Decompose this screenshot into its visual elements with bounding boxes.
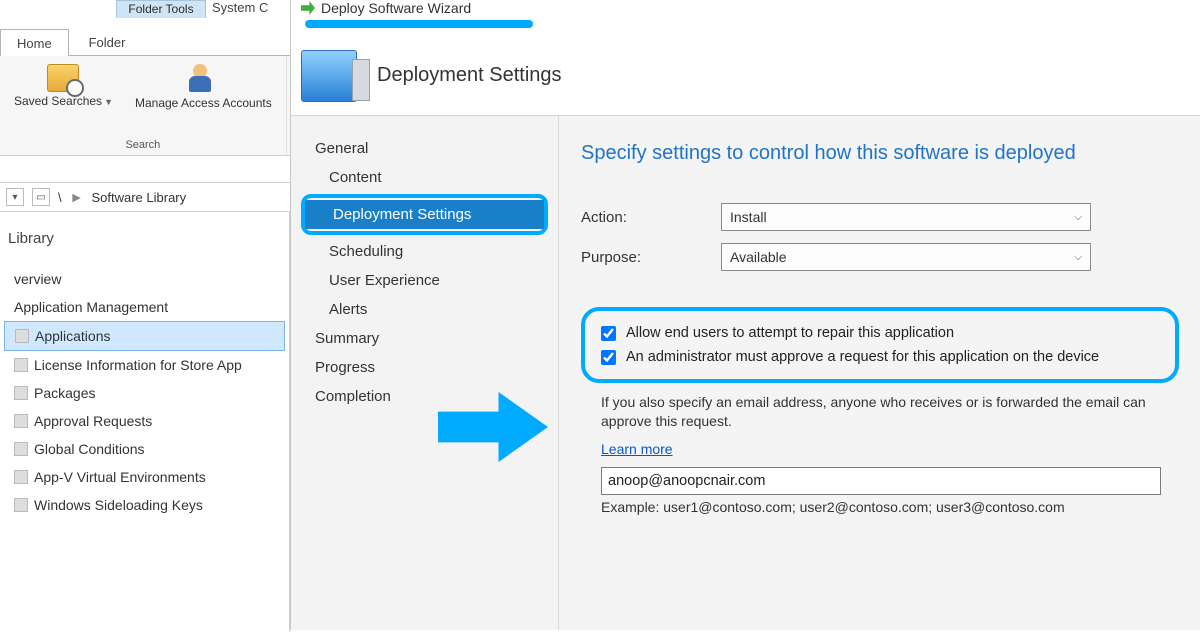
nav-appv-label: App-V Virtual Environments bbox=[34, 469, 206, 485]
nav-global-conditions[interactable]: Global Conditions bbox=[4, 435, 285, 463]
step-progress[interactable]: Progress bbox=[301, 353, 548, 382]
approval-icon bbox=[14, 414, 28, 428]
wizard-body: General Content Deployment Settings Sche… bbox=[291, 116, 1200, 630]
step-general[interactable]: General bbox=[301, 134, 548, 163]
folder-tools-tab[interactable]: Folder Tools bbox=[116, 0, 206, 18]
email-example: Example: user1@contoso.com; user2@contos… bbox=[601, 499, 1179, 515]
row-purpose: Purpose: Available ⌵ bbox=[581, 243, 1179, 271]
nav-approval-requests[interactable]: Approval Requests bbox=[4, 407, 285, 435]
annotation-check-ring: Allow end users to attempt to repair thi… bbox=[581, 307, 1179, 383]
check-admin-approve[interactable]: An administrator must approve a request … bbox=[601, 345, 1159, 369]
globe-icon bbox=[14, 442, 28, 456]
crumb-root[interactable]: \ bbox=[58, 190, 62, 205]
approval-email-input[interactable] bbox=[601, 467, 1161, 495]
back-button[interactable]: ▾ bbox=[6, 188, 24, 206]
nav-applications-label: Applications bbox=[35, 328, 111, 344]
saved-searches-label: Saved Searches▼ bbox=[14, 94, 113, 108]
nav-packages[interactable]: Packages bbox=[4, 379, 285, 407]
nav-sideload-label: Windows Sideloading Keys bbox=[34, 497, 203, 513]
nav-license-info-label: License Information for Store App bbox=[34, 357, 242, 373]
annotation-underline bbox=[305, 20, 533, 28]
learn-more-link[interactable]: Learn more bbox=[601, 441, 673, 457]
wizard-header-title: Deployment Settings bbox=[377, 64, 562, 87]
key-icon bbox=[14, 498, 28, 512]
view-button[interactable]: ▭ bbox=[32, 188, 50, 206]
wizard-main: Specify settings to control how this sof… bbox=[559, 116, 1200, 630]
action-label: Action: bbox=[581, 209, 721, 226]
wizard-header: Deployment Settings bbox=[291, 36, 1200, 116]
check-allow-repair-label: Allow end users to attempt to repair thi… bbox=[626, 325, 954, 341]
tab-folder[interactable]: Folder bbox=[73, 29, 142, 57]
nav-appv-environments[interactable]: App-V Virtual Environments bbox=[4, 463, 285, 491]
approval-hint: If you also specify an email address, an… bbox=[601, 393, 1179, 431]
monitor-icon bbox=[301, 50, 357, 102]
arrow-right-icon bbox=[301, 1, 315, 15]
step-alerts[interactable]: Alerts bbox=[301, 295, 548, 324]
ribbon-group-search: Saved Searches▼ Manage Access Accounts S… bbox=[0, 56, 287, 155]
nav-applications[interactable]: Applications bbox=[4, 321, 285, 351]
manage-access-label: Manage Access Accounts bbox=[135, 96, 272, 110]
step-summary[interactable]: Summary bbox=[301, 324, 548, 353]
purpose-combo[interactable]: Available ⌵ bbox=[721, 243, 1091, 271]
nav-header-library[interactable]: Library bbox=[4, 224, 285, 253]
crumb-software-library[interactable]: Software Library bbox=[91, 190, 186, 205]
ribbon-tab-strip: Home Folder bbox=[0, 28, 290, 56]
saved-searches-button[interactable]: Saved Searches▼ bbox=[10, 62, 117, 112]
license-icon bbox=[14, 358, 28, 372]
nav-app-management[interactable]: Application Management bbox=[4, 293, 285, 321]
appv-icon bbox=[14, 470, 28, 484]
chevron-down-icon: ⌵ bbox=[1074, 212, 1082, 223]
check-allow-repair[interactable]: Allow end users to attempt to repair thi… bbox=[601, 321, 1159, 345]
wizard-steps: General Content Deployment Settings Sche… bbox=[291, 116, 559, 630]
tab-home[interactable]: Home bbox=[0, 29, 69, 57]
check-admin-approve-label: An administrator must approve a request … bbox=[626, 349, 1099, 365]
system-label: System C bbox=[212, 0, 268, 15]
nav-sideloading-keys[interactable]: Windows Sideloading Keys bbox=[4, 491, 285, 519]
deploy-software-wizard: Deploy Software Wizard Deployment Settin… bbox=[290, 0, 1200, 630]
chevron-down-icon: ⌵ bbox=[1074, 252, 1082, 263]
app-icon bbox=[15, 329, 29, 343]
folder-search-icon bbox=[47, 64, 79, 92]
breadcrumb: ▾ ▭ \ ► Software Library bbox=[0, 182, 290, 212]
purpose-value: Available bbox=[730, 249, 787, 265]
nav-overview[interactable]: verview bbox=[4, 265, 285, 293]
wizard-title-text: Deploy Software Wizard bbox=[321, 0, 471, 16]
package-icon bbox=[14, 386, 28, 400]
step-user-experience[interactable]: User Experience bbox=[301, 266, 548, 295]
nav-approval-label: Approval Requests bbox=[34, 413, 152, 429]
user-gear-icon bbox=[189, 64, 217, 94]
annotation-step-ring: Deployment Settings bbox=[301, 194, 548, 235]
check-allow-repair-box[interactable] bbox=[601, 326, 616, 341]
chevron-down-icon: ▼ bbox=[104, 97, 113, 107]
wizard-title: Deploy Software Wizard bbox=[301, 0, 471, 16]
nav-packages-label: Packages bbox=[34, 385, 95, 401]
ribbon-group-label: Search bbox=[10, 137, 276, 153]
purpose-label: Purpose: bbox=[581, 249, 721, 266]
row-action: Action: Install ⌵ bbox=[581, 203, 1179, 231]
wizard-main-heading: Specify settings to control how this sof… bbox=[581, 142, 1179, 165]
step-scheduling[interactable]: Scheduling bbox=[301, 237, 548, 266]
check-admin-approve-box[interactable] bbox=[601, 350, 616, 365]
step-content[interactable]: Content bbox=[301, 163, 548, 192]
ribbon-body: Saved Searches▼ Manage Access Accounts S… bbox=[0, 56, 290, 156]
nav-global-label: Global Conditions bbox=[34, 441, 145, 457]
nav-license-info[interactable]: License Information for Store App bbox=[4, 351, 285, 379]
crumb-sep: ► bbox=[70, 189, 84, 205]
action-value: Install bbox=[730, 209, 767, 225]
action-combo[interactable]: Install ⌵ bbox=[721, 203, 1091, 231]
nav-pane: Library verview Application Management A… bbox=[0, 212, 290, 632]
step-deployment-settings[interactable]: Deployment Settings bbox=[305, 200, 544, 229]
manage-access-accounts-button[interactable]: Manage Access Accounts bbox=[131, 62, 276, 112]
